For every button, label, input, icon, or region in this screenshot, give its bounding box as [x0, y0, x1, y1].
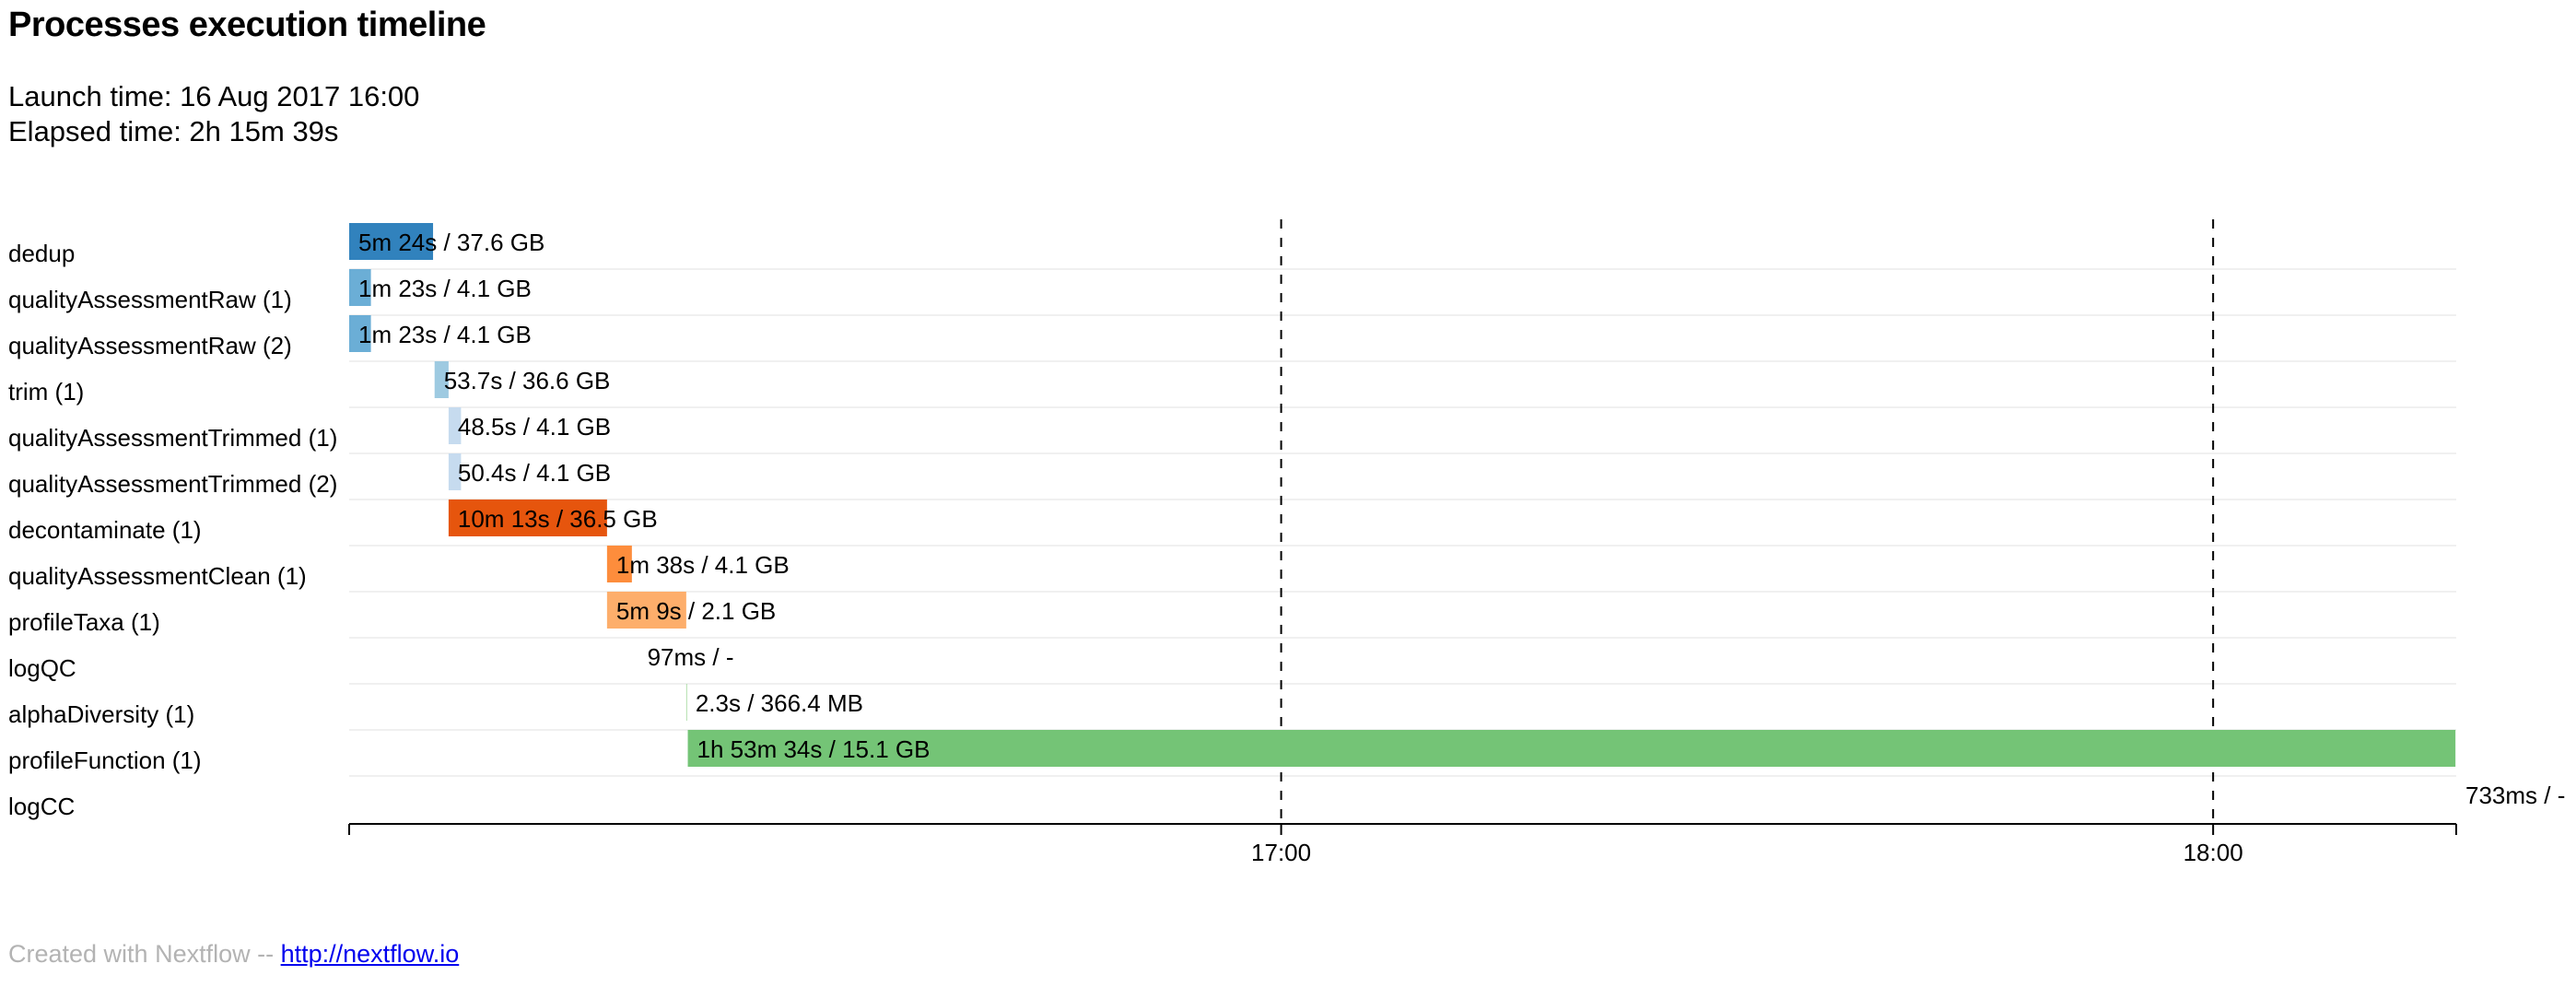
- row-label: decontaminate (1): [8, 516, 202, 544]
- row-label: profileFunction (1): [8, 746, 202, 774]
- footer: Created with Nextflow -- http://nextflow…: [8, 940, 459, 969]
- footer-text: Created with Nextflow --: [8, 940, 275, 968]
- row-label: qualityAssessmentClean (1): [8, 562, 307, 590]
- row-label: qualityAssessmentTrimmed (2): [8, 470, 337, 498]
- task-label: 53.7s / 36.6 GB: [444, 367, 611, 394]
- row-label: qualityAssessmentRaw (2): [8, 332, 292, 359]
- x-tick-label: 17:00: [1251, 839, 1311, 866]
- row-label: qualityAssessmentTrimmed (1): [8, 424, 337, 452]
- task-label: 5m 24s / 37.6 GB: [358, 229, 544, 256]
- row-label: alphaDiversity (1): [8, 700, 194, 728]
- task-bar: [687, 730, 2456, 767]
- row-label: dedup: [8, 240, 75, 267]
- task-label: 50.4s / 4.1 GB: [458, 459, 611, 487]
- task-label: 2.3s / 366.4 MB: [696, 689, 863, 717]
- task-label: 5m 9s / 2.1 GB: [616, 597, 776, 625]
- x-tick-label: 18:00: [2184, 839, 2243, 866]
- timeline-chart: dedup qualityAssessmentRaw (1) qualityAsse…: [8, 219, 2565, 866]
- row-label: logQC: [8, 654, 76, 682]
- task-label: 1m 23s / 4.1 GB: [358, 321, 532, 348]
- task-label: 1m 23s / 4.1 GB: [358, 275, 532, 302]
- row-label: profileTaxa (1): [8, 608, 160, 636]
- task-label: 48.5s / 4.1 GB: [458, 413, 611, 441]
- task-label: 1m 38s / 4.1 GB: [616, 551, 790, 579]
- row-label: logCC: [8, 793, 75, 820]
- task-label: 733ms / -: [2465, 782, 2565, 809]
- row-label: trim (1): [8, 378, 84, 405]
- task-label: 97ms / -: [648, 643, 734, 671]
- task-label: 1h 53m 34s / 15.1 GB: [697, 735, 931, 763]
- task-label: 10m 13s / 36.5 GB: [458, 505, 658, 533]
- row-label: qualityAssessmentRaw (1): [8, 286, 292, 313]
- task-bar: [685, 684, 687, 721]
- nextflow-link[interactable]: http://nextflow.io: [281, 940, 460, 968]
